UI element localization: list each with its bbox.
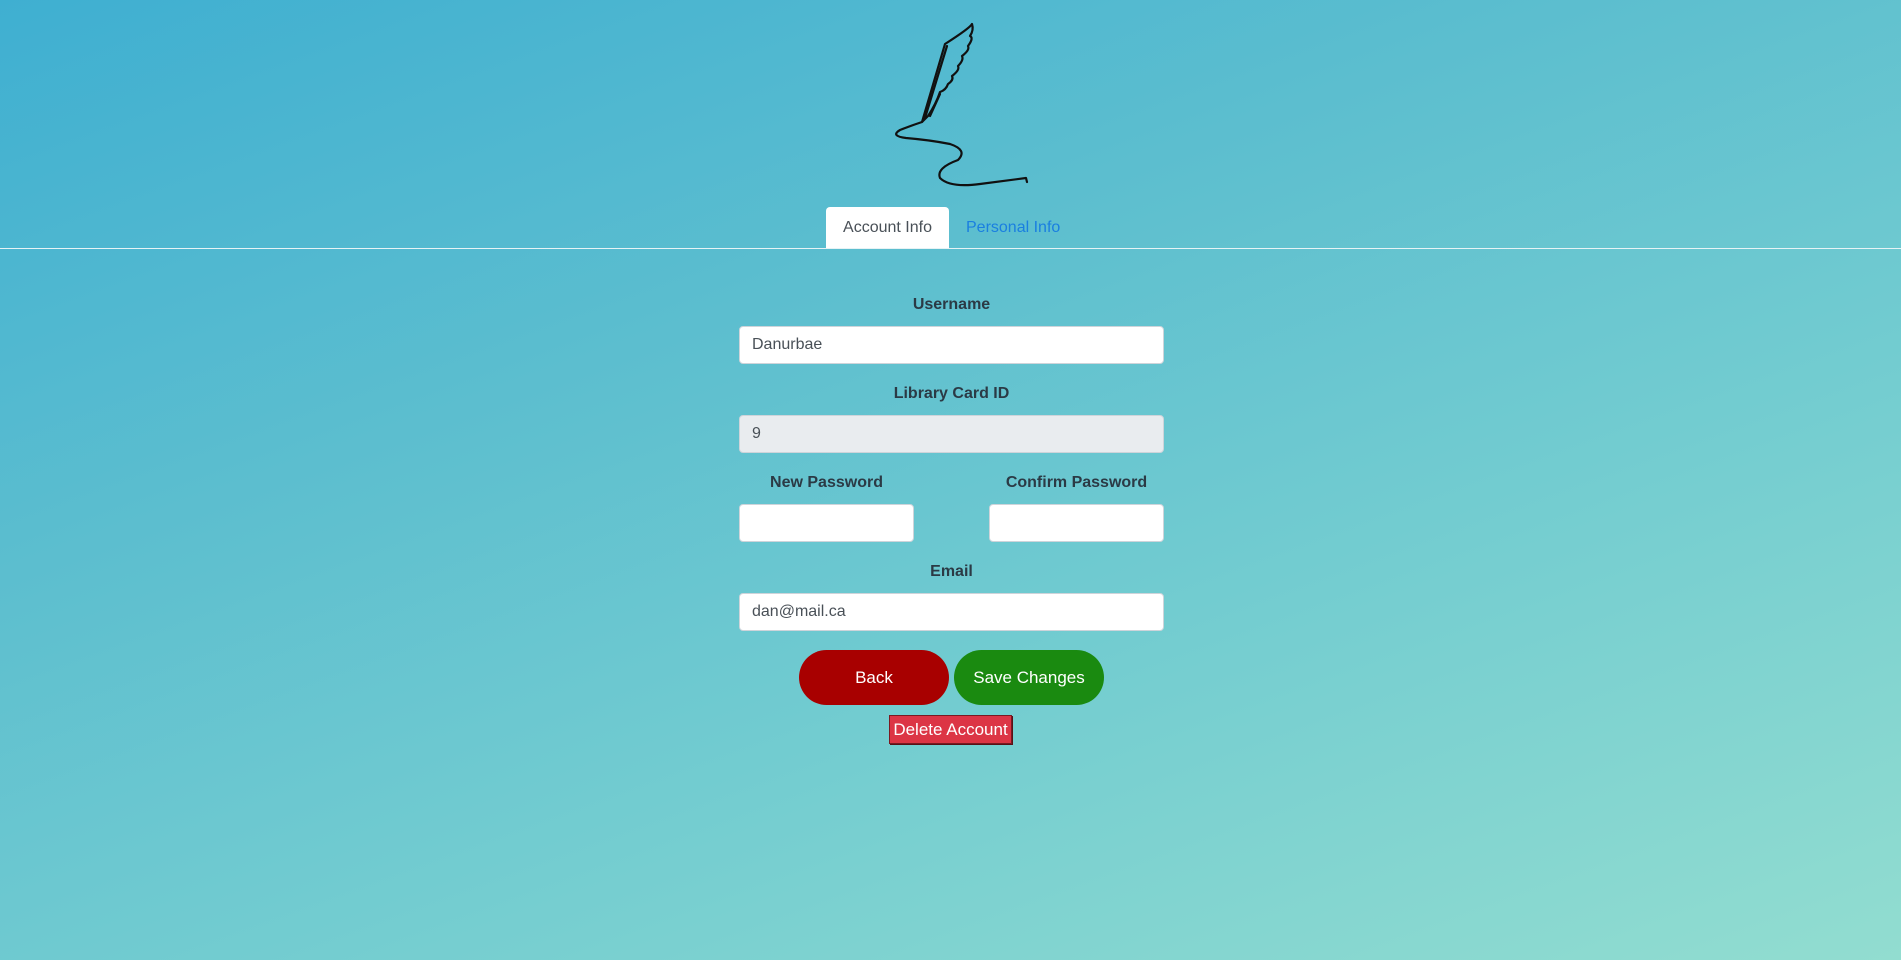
username-input[interactable] bbox=[739, 326, 1164, 364]
new-password-group: New Password bbox=[739, 473, 914, 542]
confirm-password-group: Confirm Password bbox=[989, 473, 1164, 542]
email-label: Email bbox=[930, 563, 973, 580]
save-changes-button[interactable]: Save Changes bbox=[954, 650, 1104, 705]
new-password-label: New Password bbox=[770, 474, 883, 491]
library-card-label: Library Card ID bbox=[893, 385, 1010, 402]
confirm-password-label: Confirm Password bbox=[1005, 474, 1148, 491]
tab-personal-info[interactable]: Personal Info bbox=[950, 207, 1076, 248]
email-input[interactable] bbox=[739, 593, 1164, 631]
library-card-group: Library Card ID bbox=[739, 384, 1164, 453]
confirm-password-input[interactable] bbox=[989, 504, 1164, 542]
quill-pen-logo-icon bbox=[895, 22, 1029, 187]
new-password-input[interactable] bbox=[739, 504, 914, 542]
library-card-input bbox=[739, 415, 1164, 453]
username-label: Username bbox=[912, 296, 991, 313]
back-button[interactable]: Back bbox=[799, 650, 949, 705]
email-group: Email bbox=[739, 562, 1164, 631]
tab-bar: Account Info Personal Info bbox=[0, 207, 1901, 249]
username-group: Username bbox=[739, 295, 1164, 364]
delete-account-button[interactable]: Delete Account bbox=[889, 715, 1012, 744]
tab-account-info[interactable]: Account Info bbox=[826, 207, 949, 248]
